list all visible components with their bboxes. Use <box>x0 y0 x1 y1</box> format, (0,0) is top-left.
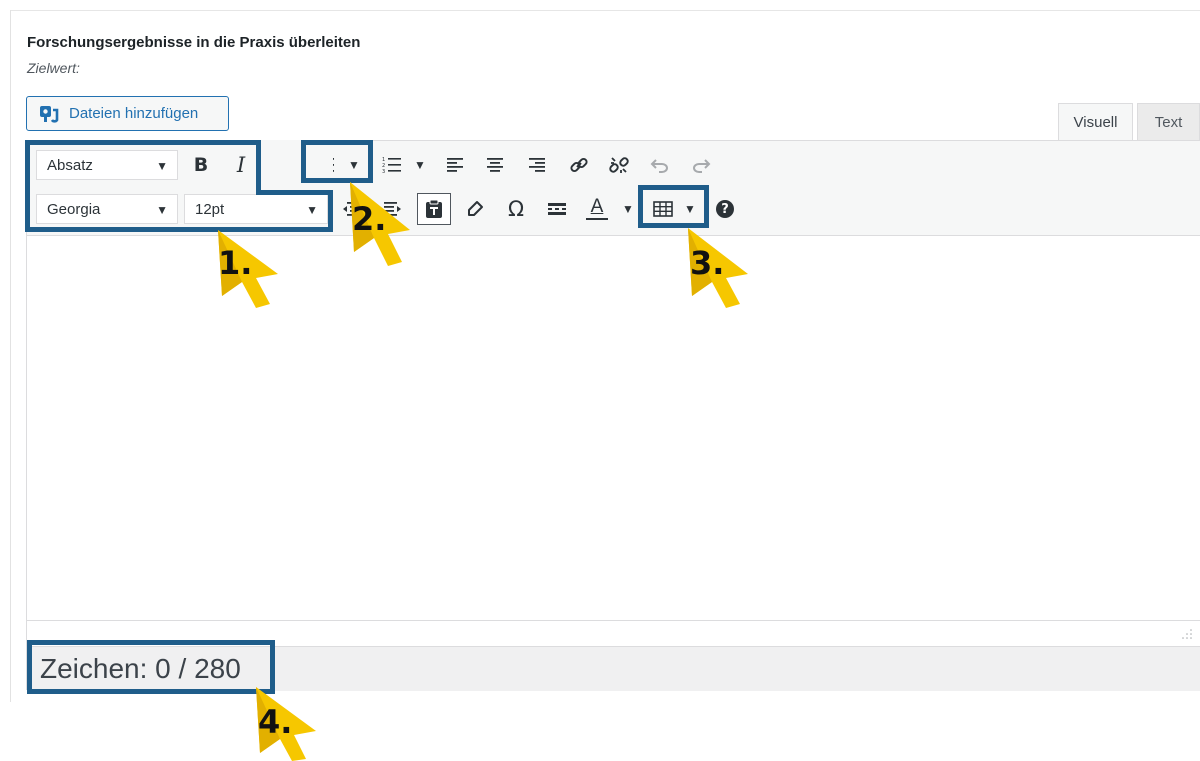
panel-top-border <box>10 10 1200 11</box>
text-color-button[interactable]: A <box>582 194 612 224</box>
insert-link-button[interactable] <box>564 150 594 180</box>
remove-link-button[interactable] <box>604 150 634 180</box>
highlight-format-font-size-notch <box>256 140 261 195</box>
clear-formatting-button[interactable] <box>460 194 490 224</box>
align-left-icon <box>447 158 463 172</box>
add-media-button[interactable]: Dateien hinzufügen <box>26 96 229 131</box>
numbered-list-button[interactable]: 1 2 3 <box>377 150 407 180</box>
paste-as-text-button[interactable] <box>417 193 451 225</box>
paste-text-icon <box>426 199 442 218</box>
align-center-button[interactable] <box>480 150 510 180</box>
add-media-icon <box>40 105 59 123</box>
highlight-bullet-list <box>301 140 373 183</box>
align-right-icon <box>529 158 545 172</box>
help-icon: ? <box>716 200 734 218</box>
unlink-icon <box>609 157 629 173</box>
align-left-button[interactable] <box>440 150 470 180</box>
redo-icon <box>693 159 711 173</box>
svg-text:3: 3 <box>382 169 385 174</box>
add-media-label: Dateien hinzufügen <box>69 105 199 122</box>
highlight-format-font-size-notch-h <box>256 190 333 195</box>
resize-handle-icon[interactable] <box>1182 629 1192 639</box>
editor-content-area[interactable] <box>27 236 1200 620</box>
redo-button[interactable] <box>686 150 716 180</box>
horizontal-line-button[interactable] <box>542 194 572 224</box>
highlight-character-counter <box>27 640 275 694</box>
tab-text[interactable]: Text <box>1137 103 1200 140</box>
step-label-2: 2. <box>352 200 387 238</box>
text-color-icon: A <box>586 197 608 220</box>
link-icon <box>570 157 588 173</box>
numbered-list-icon: 1 2 3 <box>382 157 401 174</box>
step-label-3: 3. <box>690 244 725 282</box>
text-color-dropdown[interactable]: ▼ <box>622 202 634 216</box>
horizontal-line-icon <box>548 203 566 215</box>
step-label-4: 4. <box>258 703 293 741</box>
special-character-button[interactable]: Ω <box>501 194 531 224</box>
step-label-1: 1. <box>218 244 253 282</box>
help-button[interactable]: ? <box>710 194 740 224</box>
undo-icon <box>650 159 668 173</box>
eraser-icon <box>468 201 483 216</box>
panel-left-border <box>10 10 11 702</box>
highlight-table <box>638 185 709 228</box>
field-subtitle: Zielwert: <box>27 60 80 76</box>
tab-visual[interactable]: Visuell <box>1058 103 1133 140</box>
align-center-icon <box>487 158 503 172</box>
align-right-button[interactable] <box>522 150 552 180</box>
undo-button[interactable] <box>645 150 675 180</box>
numbered-list-dropdown[interactable]: ▼ <box>414 158 426 172</box>
field-title: Forschungsergebnisse in die Praxis überl… <box>27 34 361 51</box>
